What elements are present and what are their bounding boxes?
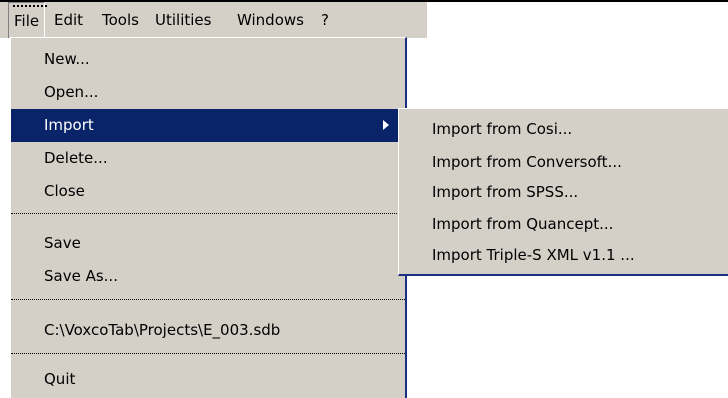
menu-item-recent-file[interactable]: C:\VoxcoTab\Projects\E_003.sdb [11, 314, 405, 347]
import-submenu: Import from Cosi... Import from Converso… [398, 108, 728, 276]
file-menu: New... Open... Import Delete... Close Sa… [10, 37, 407, 398]
menu-separator [11, 299, 405, 300]
submenu-item-import-spss[interactable]: Import from SPSS... [399, 176, 728, 209]
menu-item-save-as[interactable]: Save As... [11, 260, 405, 293]
menu-utilities[interactable]: Utilities [150, 2, 216, 38]
menu-item-import-label: Import [44, 116, 94, 134]
menu-bar-strip: File Edit Tools Utilities Windows ? [0, 2, 427, 39]
menu-item-save[interactable]: Save [11, 227, 405, 260]
submenu-item-import-conversoft[interactable]: Import from Conversoft... [399, 146, 728, 179]
submenu-item-import-cosi[interactable]: Import from Cosi... [399, 113, 728, 146]
menu-item-close[interactable]: Close [11, 175, 405, 208]
menu-bar: File Edit Tools Utilities Windows ? [0, 0, 728, 39]
menu-file[interactable]: File [8, 2, 48, 38]
submenu-item-import-quancept[interactable]: Import from Quancept... [399, 208, 728, 241]
menu-separator [11, 353, 405, 354]
menu-item-import[interactable]: Import [11, 109, 405, 142]
menu-item-open[interactable]: Open... [11, 76, 405, 109]
menu-item-delete[interactable]: Delete... [11, 142, 405, 175]
menu-item-new[interactable]: New... [11, 43, 405, 76]
menu-windows[interactable]: Windows [232, 2, 309, 38]
submenu-arrow-icon [383, 120, 389, 130]
menu-item-quit[interactable]: Quit [11, 363, 405, 396]
submenu-item-import-triple-s[interactable]: Import Triple-S XML v1.1 ... [399, 239, 728, 272]
menu-separator [11, 213, 405, 214]
menu-tools[interactable]: Tools [97, 2, 144, 38]
menu-help[interactable]: ? [316, 2, 334, 38]
menu-edit[interactable]: Edit [49, 2, 88, 38]
